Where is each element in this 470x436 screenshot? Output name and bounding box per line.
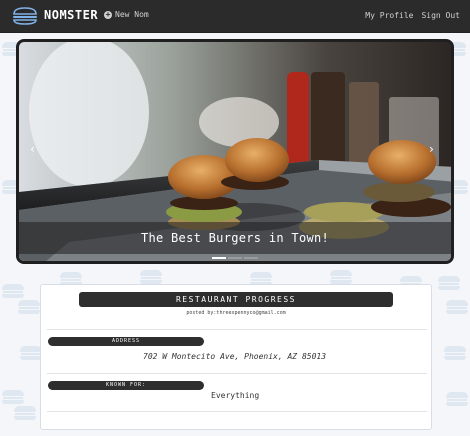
burger-pattern-icon (2, 284, 24, 298)
burger-pattern-icon (330, 270, 352, 284)
burger-pattern-icon (446, 300, 468, 314)
carousel-caption: The Best Burgers in Town! (19, 222, 451, 254)
new-nom-link[interactable]: + New Nom (104, 10, 149, 19)
burger-logo-icon[interactable] (12, 7, 38, 25)
restaurant-name: RESTAURANT PROGRESS (79, 292, 393, 307)
known-for-value: Everything (211, 391, 260, 400)
hero-carousel[interactable]: ‹ › The Best Burgers in Town! (16, 39, 454, 264)
sign-out-link[interactable]: Sign Out (421, 11, 460, 20)
address-label: ADDRESS (48, 337, 204, 346)
divider (47, 373, 427, 374)
my-profile-link[interactable]: My Profile (365, 11, 413, 20)
carousel-indicator[interactable] (228, 257, 242, 259)
burger-pattern-icon (446, 392, 468, 406)
divider (47, 411, 427, 412)
navbar: NOMSTER + New Nom My Profile Sign Out (0, 0, 470, 33)
burger-pattern-icon (438, 276, 460, 290)
burger-pattern-icon (14, 406, 36, 420)
new-nom-label: New Nom (115, 10, 149, 19)
burger-pattern-icon (20, 346, 42, 360)
carousel-indicator[interactable] (212, 257, 226, 259)
carousel-indicator[interactable] (244, 257, 258, 259)
chevron-left-icon[interactable]: ‹ (29, 142, 36, 156)
plus-circle-icon: + (104, 9, 112, 19)
burger-pattern-icon (2, 390, 24, 404)
burger-pattern-icon (444, 346, 466, 360)
restaurant-card: RESTAURANT PROGRESS posted by:threexpenn… (40, 284, 432, 430)
nav-right-links: My Profile Sign Out (365, 11, 460, 20)
posted-by: posted by:threexpennyco@gmail.com (186, 310, 286, 316)
address-value: 702 W Montecito Ave, Phoenix, AZ 85013 (143, 352, 327, 361)
chevron-right-icon[interactable]: › (428, 142, 435, 156)
burger-pattern-icon (18, 300, 40, 314)
carousel-indicators (19, 255, 451, 261)
brand-name[interactable]: NOMSTER (44, 8, 98, 22)
known-for-label: KNOWN FOR: (48, 381, 204, 390)
divider (47, 329, 427, 330)
burger-pattern-icon (140, 270, 162, 284)
